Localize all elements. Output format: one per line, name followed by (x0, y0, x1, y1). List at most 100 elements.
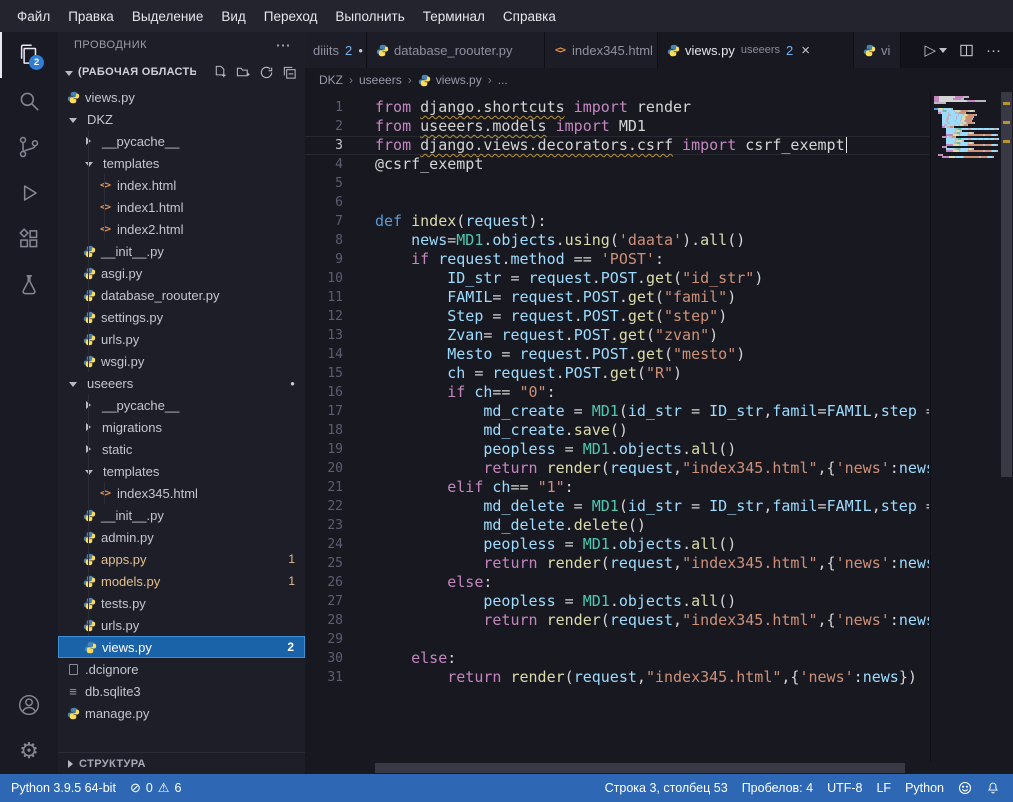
code-line: if ch== "0": (375, 383, 929, 402)
menu-item-Выделение[interactable]: Выделение (123, 0, 213, 32)
indentation[interactable]: Пробелов: 4 (735, 774, 820, 802)
language-mode[interactable]: Python (898, 774, 951, 802)
notifications-bell-icon[interactable] (979, 774, 1007, 802)
more-actions-icon[interactable]: ··· (986, 42, 1001, 59)
horizontal-scrollbar-thumb[interactable] (375, 763, 905, 773)
tab-badge: 2 (345, 43, 352, 58)
line-number: 2 (305, 117, 343, 136)
line-number: 5 (305, 174, 343, 193)
encoding[interactable]: UTF-8 (820, 774, 869, 802)
tree-item-apps.py[interactable]: apps.py1 (58, 548, 305, 570)
breadcrumb-item-...[interactable]: ... (498, 73, 508, 87)
tree-item-__pycache__[interactable]: __pycache__ (58, 394, 305, 416)
outline-section-header[interactable]: СТРУКТУРА (58, 752, 305, 774)
tree-item-tests.py[interactable]: tests.py (58, 592, 305, 614)
tree-item-urls.py[interactable]: urls.py (58, 614, 305, 636)
tree-item-migrations[interactable]: migrations (58, 416, 305, 438)
accounts-icon[interactable] (0, 682, 58, 728)
problems-indicator[interactable]: ⊘ 0 ⚠ 6 (123, 774, 188, 802)
explorer-sidebar: ПРОВОДНИК ⋯ (РАБОЧАЯ ОБЛАСТЬ) ... views.… (58, 32, 305, 774)
menu-item-Файл[interactable]: Файл (8, 0, 59, 32)
tree-item-views.py[interactable]: views.py (58, 86, 305, 108)
tree-item-database_roouter.py[interactable]: database_roouter.py (58, 284, 305, 306)
tab-index345.html[interactable]: <>index345.html (545, 32, 658, 68)
menu-item-Вид[interactable]: Вид (212, 0, 254, 32)
tree-item-models.py[interactable]: models.py1 (58, 570, 305, 592)
code-line (375, 193, 929, 212)
tree-item-index2.html[interactable]: <>index2.html (58, 218, 305, 240)
tree-item-wsgi.py[interactable]: wsgi.py (58, 350, 305, 372)
testing-flask-icon[interactable] (0, 262, 58, 308)
tree-item-index1.html[interactable]: <>index1.html (58, 196, 305, 218)
minimap[interactable] (930, 92, 1000, 762)
tab-diiits[interactable]: diiits2● (305, 32, 367, 68)
tree-item-index345.html[interactable]: <>index345.html (58, 482, 305, 504)
line-number: 12 (305, 307, 343, 326)
vertical-scrollbar[interactable] (1000, 92, 1013, 774)
tree-item-.dcignore[interactable]: .dcignore (58, 658, 305, 680)
warning-ruler-mark (1003, 121, 1010, 124)
split-editor-icon[interactable] (959, 43, 974, 58)
close-icon[interactable]: × (801, 42, 810, 59)
indent-guide (88, 504, 89, 526)
line-number: 28 (305, 611, 343, 630)
tree-item-views.py[interactable]: views.py2 (58, 636, 305, 658)
breadcrumb-item-views.py[interactable]: views.py (418, 73, 482, 87)
run-button[interactable]: ▷ (924, 41, 947, 59)
tree-item-db.sqlite3[interactable]: ≡db.sqlite3 (58, 680, 305, 702)
extensions-icon[interactable] (0, 216, 58, 262)
run-debug-icon[interactable] (0, 170, 58, 216)
tree-item-settings.py[interactable]: settings.py (58, 306, 305, 328)
cursor-position[interactable]: Строка 3, столбец 53 (598, 774, 735, 802)
python-file-icon (83, 641, 97, 654)
tree-item-urls.py[interactable]: urls.py (58, 328, 305, 350)
menu-item-Справка[interactable]: Справка (494, 0, 565, 32)
breadcrumb-item-useeers[interactable]: useeers (359, 73, 402, 87)
vertical-scrollbar-thumb[interactable] (1001, 92, 1012, 477)
collapse-all-icon[interactable] (282, 65, 297, 80)
tree-item-useeers[interactable]: useeers● (58, 372, 305, 394)
python-file-icon (418, 74, 432, 87)
code-line: peopless = MD1.objects.all() (375, 592, 929, 611)
tree-item-label: __pycache__ (102, 134, 179, 149)
chevron-down-icon (65, 71, 73, 76)
eol[interactable]: LF (869, 774, 898, 802)
workspace-section-header[interactable]: (РАБОЧАЯ ОБЛАСТЬ) ... (58, 58, 305, 86)
search-icon[interactable] (0, 78, 58, 124)
tree-item-templates[interactable]: templates (58, 152, 305, 174)
line-number: 9 (305, 250, 343, 269)
tree-item-label: __init__.py (101, 508, 164, 523)
menu-item-Выполнить[interactable]: Выполнить (326, 0, 413, 32)
tree-item-DKZ[interactable]: DKZ (58, 108, 305, 130)
tree-item-admin.py[interactable]: admin.py (58, 526, 305, 548)
tree-item-static[interactable]: static (58, 438, 305, 460)
code-line: ID_str = request.POST.get("id_str") (375, 269, 929, 288)
menu-item-Переход[interactable]: Переход (255, 0, 327, 32)
tree-item-__init__.py[interactable]: __init__.py (58, 504, 305, 526)
tree-item-__init__.py[interactable]: __init__.py (58, 240, 305, 262)
tree-item-asgi.py[interactable]: asgi.py (58, 262, 305, 284)
code-editor[interactable]: 1234567891011121314151617181920212223242… (305, 92, 1013, 774)
tree-item-manage.py[interactable]: manage.py (58, 702, 305, 724)
tab-database_roouter.py[interactable]: database_roouter.py (367, 32, 545, 68)
code-line (375, 630, 929, 649)
menu-item-Правка[interactable]: Правка (59, 0, 123, 32)
tab-vi[interactable]: vi (854, 32, 901, 68)
breadcrumb-item-DKZ[interactable]: DKZ (319, 73, 343, 87)
feedback-icon[interactable] (951, 774, 979, 802)
settings-gear-icon[interactable]: ⚙ (0, 728, 58, 774)
tree-item-__pycache__[interactable]: __pycache__ (58, 130, 305, 152)
new-folder-icon[interactable] (236, 65, 251, 80)
html-file-icon: <> (98, 202, 112, 213)
tab-views.py[interactable]: views.pyuseeers2× (658, 32, 854, 68)
python-file-icon (82, 355, 96, 368)
explorer-icon[interactable]: 2 (0, 32, 58, 78)
tree-item-index.html[interactable]: <>index.html (58, 174, 305, 196)
menu-item-Терминал[interactable]: Терминал (414, 0, 494, 32)
python-version[interactable]: Python 3.9.5 64-bit (4, 774, 123, 802)
source-control-icon[interactable] (0, 124, 58, 170)
tree-item-templates[interactable]: templates (58, 460, 305, 482)
new-file-icon[interactable] (213, 65, 228, 80)
sidebar-more-icon[interactable]: ⋯ (276, 36, 292, 54)
refresh-icon[interactable] (259, 65, 274, 80)
